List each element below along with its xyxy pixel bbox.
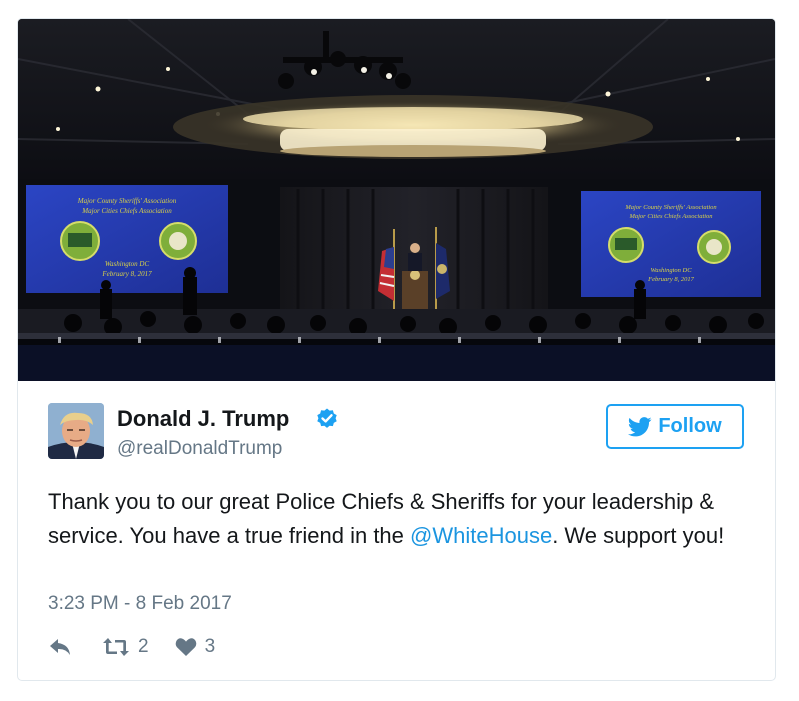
avatar-photo-icon [48, 403, 104, 459]
mention-link[interactable]: @WhiteHouse [410, 523, 552, 548]
follow-label: Follow [658, 415, 722, 437]
tweet-text: Thank you to our great Police Chiefs & S… [48, 485, 748, 553]
verified-badge-icon [317, 408, 337, 428]
author-handle[interactable]: @realDonaldTrump [117, 438, 282, 460]
retweet-button[interactable]: 2 [102, 636, 149, 658]
tweet-timestamp[interactable]: 3:23 PM - 8 Feb 2017 [48, 593, 232, 615]
right-screen-line3: Washington DC [650, 267, 692, 274]
retweet-icon [103, 638, 129, 656]
retweet-count: 2 [138, 636, 149, 657]
right-projection-screen: Major County Sheriffs' Association Major… [581, 191, 761, 297]
follow-button[interactable]: Follow [606, 404, 744, 449]
heart-icon [175, 638, 196, 656]
right-screen-line2: Major Cities Chiefs Association [628, 213, 712, 220]
right-screen-line4: February 8, 2017 [647, 276, 694, 283]
ballroom-stage-photo: Major County Sheriffs' Association Major… [18, 19, 775, 381]
tweet-text-part2: . We support you! [552, 523, 725, 548]
left-projection-screen: Major County Sheriffs' Association Major… [26, 185, 228, 293]
left-screen-line4: February 8, 2017 [101, 270, 152, 278]
author-avatar[interactable] [48, 403, 104, 459]
tweet-card: Major County Sheriffs' Association Major… [17, 18, 776, 681]
bird-icon [628, 416, 652, 436]
left-screen-line3: Washington DC [105, 260, 150, 268]
left-screen-line1: Major County Sheriffs' Association [77, 197, 177, 205]
reply-icon [50, 639, 70, 655]
like-count: 3 [204, 636, 216, 657]
tweet-actions: 2 3 [48, 633, 215, 661]
tweet-photo[interactable]: Major County Sheriffs' Association Major… [18, 19, 775, 381]
author-name[interactable]: Donald J. Trump [117, 406, 289, 432]
right-screen-line1: Major County Sheriffs' Association [624, 204, 716, 211]
left-screen-line2: Major Cities Chiefs Association [81, 207, 172, 215]
like-button[interactable]: 3 [175, 636, 216, 658]
reply-button[interactable] [48, 637, 72, 657]
